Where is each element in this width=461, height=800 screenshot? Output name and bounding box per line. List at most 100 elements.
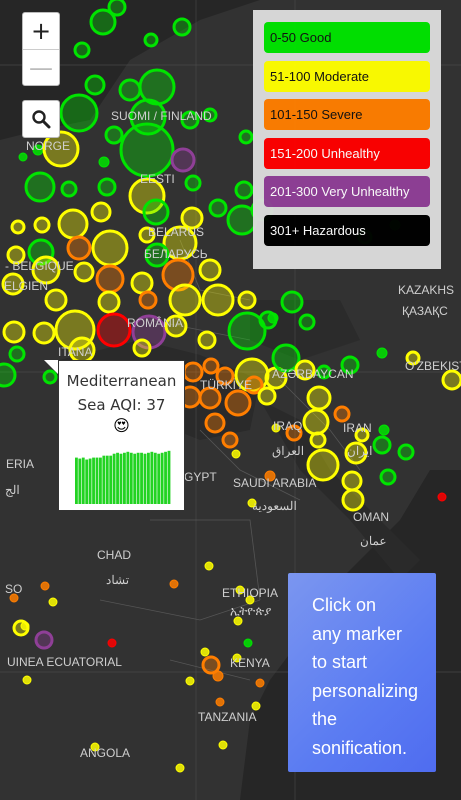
- aqi-marker-severe[interactable]: [204, 412, 226, 434]
- aqi-marker-good[interactable]: [378, 424, 390, 436]
- aqi-marker-moderate[interactable]: [168, 283, 202, 317]
- aqi-marker-moderate[interactable]: [198, 258, 222, 282]
- aqi-marker-moderate[interactable]: [251, 701, 261, 711]
- sparkline-bar: [95, 457, 99, 504]
- aqi-marker-moderate[interactable]: [341, 470, 363, 492]
- aqi-marker-moderate[interactable]: [341, 488, 365, 512]
- aqi-marker-unhealthy[interactable]: [437, 492, 447, 502]
- aqi-marker-moderate[interactable]: [97, 290, 121, 314]
- aqi-marker-good[interactable]: [234, 180, 254, 200]
- aqi-marker-good[interactable]: [184, 174, 202, 192]
- aqi-marker-good[interactable]: [97, 177, 117, 197]
- aqi-marker-good[interactable]: [376, 347, 388, 359]
- sparkline-bar: [167, 450, 171, 504]
- aqi-marker-moderate[interactable]: [12, 619, 30, 637]
- aqi-marker-severe[interactable]: [224, 389, 252, 417]
- aqi-marker-good[interactable]: [0, 362, 17, 388]
- zoom-in-button[interactable]: +: [23, 13, 59, 49]
- aqi-marker-good[interactable]: [298, 313, 316, 331]
- aqi-marker-severe[interactable]: [66, 235, 92, 261]
- aqi-marker-very-unhealthy[interactable]: [170, 147, 196, 173]
- aqi-marker-good[interactable]: [84, 74, 106, 96]
- aqi-marker-severe[interactable]: [202, 357, 220, 375]
- aqi-marker-good[interactable]: [24, 171, 56, 203]
- aqi-marker-good[interactable]: [258, 310, 278, 330]
- search-button[interactable]: [22, 100, 60, 138]
- aqi-marker-moderate[interactable]: [22, 675, 32, 685]
- aqi-marker-moderate[interactable]: [32, 321, 56, 345]
- aqi-marker-moderate[interactable]: [201, 283, 235, 317]
- aqi-marker-moderate[interactable]: [197, 330, 217, 350]
- aqi-marker-unhealthy[interactable]: [96, 312, 132, 348]
- map-stage[interactable]: SUOMI / FINLAND NORGE EESTI BELARUS БЕЛАРУСЬ…: [0, 0, 461, 800]
- aqi-marker-good[interactable]: [8, 345, 26, 363]
- aqi-marker-very-unhealthy[interactable]: [34, 630, 54, 650]
- aqi-marker-moderate[interactable]: [175, 763, 185, 773]
- aqi-marker-severe[interactable]: [221, 431, 239, 449]
- aqi-marker-severe[interactable]: [333, 405, 351, 423]
- sparkline-bar: [153, 452, 157, 504]
- aqi-marker-moderate[interactable]: [44, 288, 68, 312]
- map-label-saudi: SAUDI ARABIA: [233, 476, 316, 490]
- aqi-marker-good[interactable]: [372, 435, 392, 455]
- aqi-marker-severe[interactable]: [215, 697, 225, 707]
- aqi-marker-good[interactable]: [118, 78, 142, 102]
- aqi-marker-moderate[interactable]: [231, 449, 241, 459]
- aqi-marker-good[interactable]: [172, 17, 192, 37]
- aqi-marker-moderate[interactable]: [302, 408, 330, 436]
- map-label-chad-ar: تشاد: [106, 573, 129, 587]
- aqi-marker-moderate[interactable]: [309, 431, 327, 449]
- aqi-marker-severe[interactable]: [201, 655, 221, 675]
- aqi-marker-severe[interactable]: [95, 264, 125, 294]
- aqi-marker-moderate[interactable]: [233, 616, 243, 626]
- aqi-marker-severe[interactable]: [255, 678, 265, 688]
- aqi-marker-moderate[interactable]: [306, 385, 332, 411]
- aqi-marker-good[interactable]: [98, 156, 110, 168]
- aqi-marker-moderate[interactable]: [91, 229, 129, 267]
- aqi-marker-good[interactable]: [60, 180, 78, 198]
- aqi-marker-good[interactable]: [142, 198, 170, 226]
- aqi-marker-good[interactable]: [243, 638, 253, 648]
- aqi-marker-moderate[interactable]: [10, 219, 26, 235]
- instruction-line: Click on: [312, 595, 377, 615]
- aqi-marker-good[interactable]: [208, 198, 228, 218]
- aqi-marker-good[interactable]: [379, 468, 397, 486]
- aqi-marker-good[interactable]: [59, 93, 99, 133]
- aqi-marker-severe[interactable]: [40, 581, 50, 591]
- aqi-marker-moderate[interactable]: [2, 320, 26, 344]
- aqi-marker-moderate[interactable]: [48, 597, 58, 607]
- aqi-marker-severe[interactable]: [212, 670, 224, 682]
- aqi-marker-severe[interactable]: [169, 579, 179, 589]
- aqi-marker-moderate[interactable]: [33, 216, 51, 234]
- aqi-marker-moderate[interactable]: [441, 369, 461, 391]
- marker-popup[interactable]: Mediterranean Sea AQI: 37 😍: [58, 360, 185, 511]
- aqi-marker-good[interactable]: [280, 290, 304, 314]
- aqi-marker-good[interactable]: [143, 32, 159, 48]
- sparkline-bar: [160, 452, 164, 504]
- aqi-marker-moderate[interactable]: [130, 271, 154, 295]
- sparkline-bar: [109, 455, 113, 504]
- aqi-marker-moderate[interactable]: [57, 208, 89, 240]
- aqi-marker-moderate[interactable]: [237, 290, 257, 310]
- aqi-marker-moderate[interactable]: [73, 261, 95, 283]
- aqi-marker-moderate[interactable]: [185, 676, 195, 686]
- aqi-marker-moderate[interactable]: [132, 338, 152, 358]
- aqi-marker-moderate[interactable]: [204, 561, 214, 571]
- map-label-saudi-ar: السعودية: [252, 499, 297, 513]
- aqi-marker-moderate[interactable]: [200, 647, 210, 657]
- aqi-marker-good[interactable]: [73, 41, 91, 59]
- aqi-marker-good[interactable]: [119, 122, 175, 178]
- aqi-marker-good[interactable]: [397, 443, 415, 461]
- aqi-marker-moderate[interactable]: [218, 740, 228, 750]
- aqi-marker-good[interactable]: [104, 125, 124, 145]
- aqi-marker-good[interactable]: [89, 8, 117, 36]
- aqi-marker-severe[interactable]: [138, 290, 158, 310]
- aqi-marker-good[interactable]: [238, 129, 254, 145]
- aqi-marker-moderate[interactable]: [90, 201, 112, 223]
- aqi-marker-unhealthy[interactable]: [107, 638, 117, 648]
- map-label-ozbekisto: O'ZBEKISTO: [405, 359, 461, 373]
- aqi-marker-moderate[interactable]: [257, 386, 277, 406]
- zoom-out-button[interactable]: —: [23, 49, 59, 85]
- aqi-marker-good[interactable]: [18, 152, 28, 162]
- aqi-history-sparkline: [75, 450, 171, 504]
